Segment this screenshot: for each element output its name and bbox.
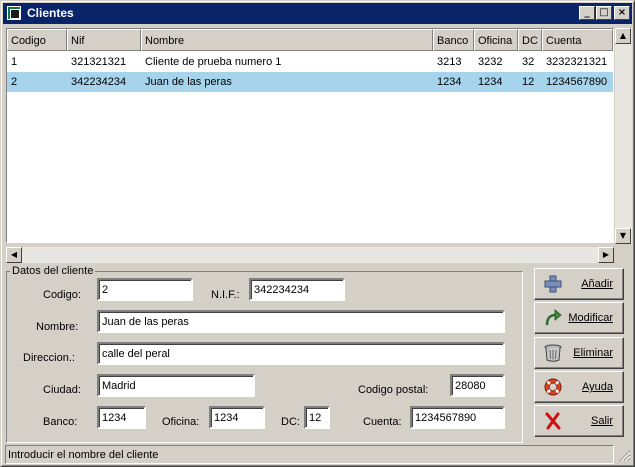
col-header-cuenta[interactable]: Cuenta — [542, 29, 613, 51]
banco-field[interactable]: 1234 — [97, 406, 146, 429]
delete-button[interactable]: Eliminar — [534, 337, 624, 369]
lifebuoy-icon — [543, 378, 563, 396]
cell-dc: 32 — [522, 56, 535, 68]
cell-cuenta: 3232321321 — [546, 56, 608, 68]
cell-banco: 1234 — [437, 76, 462, 88]
cell-dc: 12 — [522, 76, 535, 88]
app-icon — [7, 6, 21, 20]
exit-button-label: Salir — [590, 415, 613, 427]
codigo-field[interactable]: 2 — [97, 278, 193, 301]
cell-codigo: 1 — [11, 56, 18, 68]
horizontal-scrollbar[interactable]: ◀ ▶ — [6, 247, 614, 263]
trash-can-icon — [543, 344, 563, 362]
modify-button[interactable]: Modificar — [534, 302, 624, 334]
col-header-nif[interactable]: Nif — [67, 29, 141, 51]
add-button-label: Añadir — [581, 278, 613, 290]
dc-label: DC: — [281, 416, 300, 428]
window-title: Clientes — [27, 6, 74, 20]
col-header-dc[interactable]: DC — [518, 29, 542, 51]
cell-oficina: 1234 — [478, 76, 503, 88]
help-button-label: Ayuda — [582, 381, 613, 393]
red-x-icon — [543, 412, 563, 430]
nombre-field[interactable]: Juan de las peras — [97, 310, 505, 333]
oficina-field[interactable]: 1234 — [209, 406, 265, 429]
scroll-left-icon[interactable]: ◀ — [6, 247, 22, 263]
delete-button-label: Eliminar — [573, 347, 613, 359]
col-header-oficina[interactable]: Oficina — [474, 29, 518, 51]
ciudad-field[interactable]: Madrid — [97, 374, 255, 397]
grid-header: Codigo Nif Nombre Banco Oficina DC Cuent… — [7, 29, 613, 51]
group-title: Datos del cliente — [10, 265, 96, 277]
table-row-selected[interactable]: 2 342234234 Juan de las peras 1234 1234 … — [7, 72, 613, 92]
scroll-down-icon[interactable]: ▼ — [615, 228, 631, 244]
col-header-banco[interactable]: Banco — [433, 29, 474, 51]
add-button[interactable]: Añadir — [534, 268, 624, 300]
oficina-label: Oficina: — [162, 416, 200, 428]
col-header-codigo[interactable]: Codigo — [7, 29, 67, 51]
status-text: Introducir el nombre del cliente — [8, 449, 159, 461]
client-details-group: Datos del cliente Codigo: 2 N.I.F.: 3422… — [6, 265, 523, 443]
help-button[interactable]: Ayuda — [534, 371, 624, 403]
clients-grid[interactable]: Codigo Nif Nombre Banco Oficina DC Cuent… — [6, 28, 614, 243]
clientes-window: Clientes _ □ × Codigo Nif Nombre Banco O… — [0, 0, 635, 467]
maximize-button[interactable]: □ — [596, 6, 612, 20]
resize-grip-icon[interactable] — [617, 448, 631, 462]
dc-field[interactable]: 12 — [304, 406, 330, 429]
codigo-postal-field[interactable]: 28080 — [450, 374, 505, 397]
ciudad-label: Ciudad: — [43, 384, 81, 396]
table-row[interactable]: 1 321321321 Cliente de prueba numero 1 3… — [7, 52, 613, 72]
redo-arrow-icon — [543, 309, 563, 327]
scroll-right-icon[interactable]: ▶ — [598, 247, 614, 263]
codigo-postal-label: Codigo postal: — [358, 384, 429, 396]
title-bar[interactable]: Clientes _ □ × — [3, 3, 632, 24]
plus-icon — [543, 275, 563, 293]
cell-nombre: Juan de las peras — [145, 76, 232, 88]
cell-codigo: 2 — [11, 76, 18, 88]
col-header-nombre[interactable]: Nombre — [141, 29, 433, 51]
cuenta-label: Cuenta: — [363, 416, 402, 428]
scroll-up-icon[interactable]: ▲ — [615, 28, 631, 44]
close-button[interactable]: × — [614, 6, 630, 20]
cell-nif: 342234234 — [71, 76, 127, 88]
nif-field[interactable]: 342234234 — [249, 278, 345, 301]
exit-button[interactable]: Salir — [534, 405, 624, 437]
cuenta-field[interactable]: 1234567890 — [410, 406, 505, 429]
cell-cuenta: 1234567890 — [546, 76, 608, 88]
status-bar: Introducir el nombre del cliente — [5, 445, 614, 464]
minimize-button[interactable]: _ — [579, 6, 595, 20]
direccion-field[interactable]: calle del peral — [97, 342, 505, 365]
modify-button-label: Modificar — [568, 312, 613, 324]
cell-banco: 3213 — [437, 56, 462, 68]
banco-label: Banco: — [43, 416, 78, 428]
direccion-label: Direccion.: — [23, 352, 75, 364]
cell-oficina: 3232 — [478, 56, 503, 68]
cell-nombre: Cliente de prueba numero 1 — [145, 56, 282, 68]
codigo-label: Codigo: — [43, 289, 81, 301]
nif-label: N.I.F.: — [211, 289, 240, 301]
vertical-scrollbar[interactable]: ▲ ▼ — [615, 28, 632, 244]
nombre-label: Nombre: — [36, 321, 79, 333]
cell-nif: 321321321 — [71, 56, 127, 68]
